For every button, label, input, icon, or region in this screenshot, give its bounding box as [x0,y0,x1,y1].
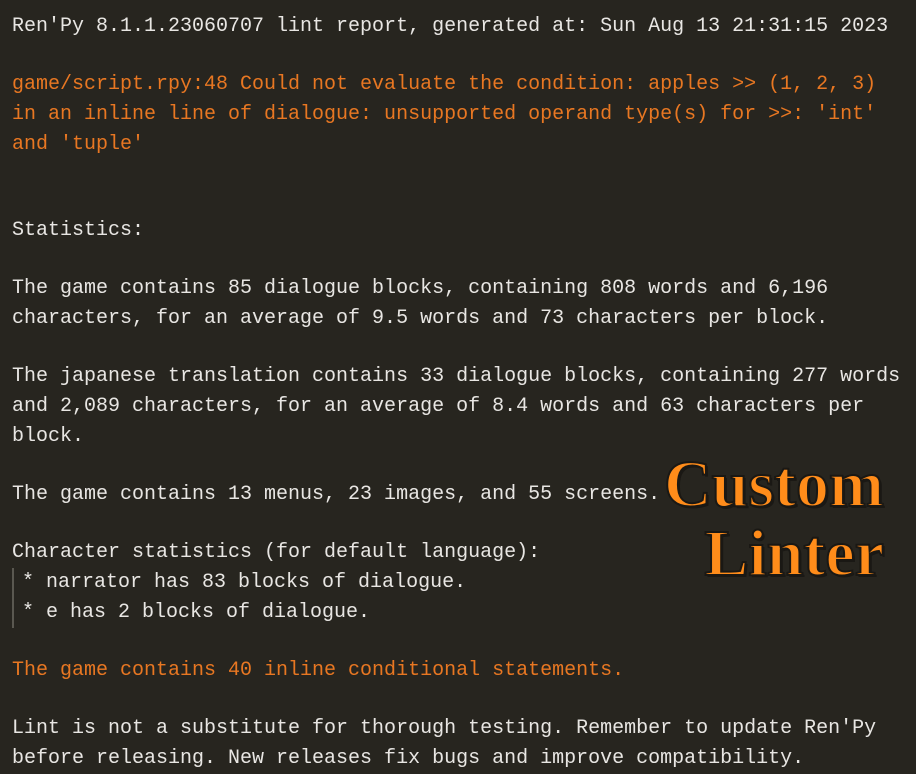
lint-report-header: Ren'Py 8.1.1.23060707 lint report, gener… [12,12,904,42]
lint-error-message: game/script.rpy:48 Could not evaluate th… [12,70,904,160]
inline-conditional-count: The game contains 40 inline conditional … [12,656,904,686]
character-stat-item: * narrator has 83 blocks of dialogue. [12,568,904,598]
statistics-header: Statistics: [12,216,904,246]
character-statistics-block: Character statistics (for default langua… [12,538,904,628]
stats-dialogue-blocks: The game contains 85 dialogue blocks, co… [12,274,904,334]
lint-footer-note: Lint is not a substitute for thorough te… [12,714,904,774]
character-stat-item: * e has 2 blocks of dialogue. [12,598,904,628]
character-stats-header: Character statistics (for default langua… [12,538,904,568]
stats-menus-images-screens: The game contains 13 menus, 23 images, a… [12,480,904,510]
stats-japanese-translation: The japanese translation contains 33 dia… [12,362,904,452]
